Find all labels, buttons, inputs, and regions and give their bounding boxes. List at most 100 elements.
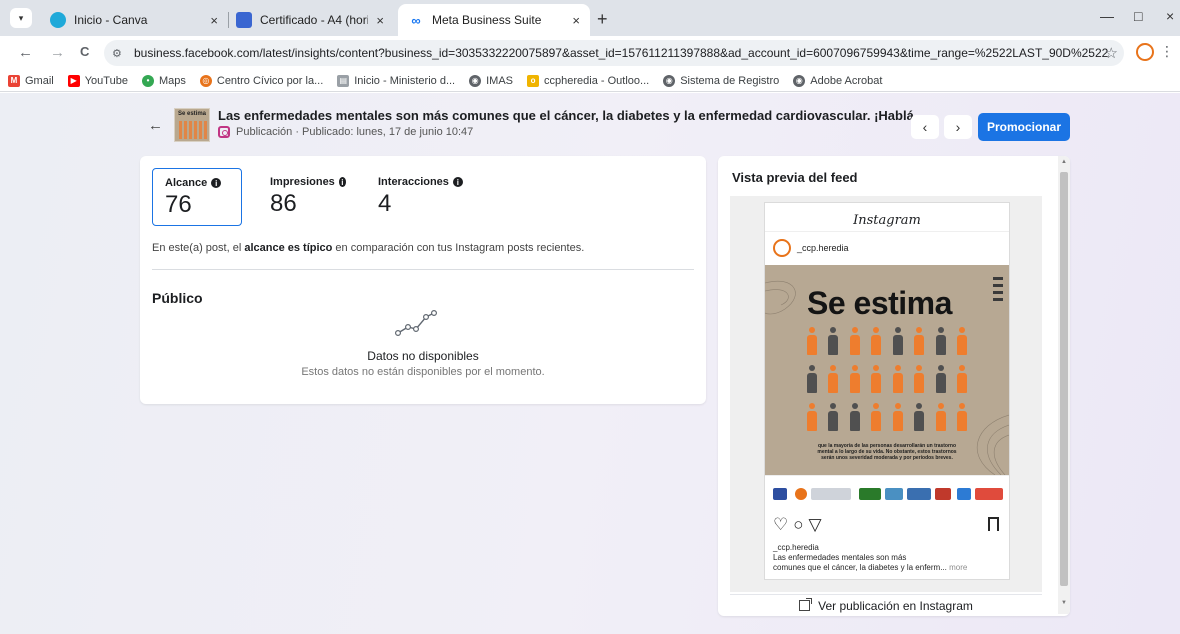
person-icon: [891, 327, 905, 357]
instagram-wordmark: Instagram: [853, 213, 921, 228]
bookmark-label: Gmail: [25, 74, 54, 87]
comment-icon[interactable]: ○: [793, 515, 808, 534]
metric-reach[interactable]: Alcance i 76: [152, 168, 242, 226]
bookmark-outlook[interactable]: o ccpheredia - Outloo...: [527, 74, 649, 87]
maximize-button[interactable]: □: [1134, 8, 1142, 24]
person-icon: [805, 403, 819, 433]
close-window-button[interactable]: ×: [1166, 8, 1174, 24]
tab-canva[interactable]: Inicio - Canva ×: [40, 6, 228, 34]
preview-scrollbar[interactable]: ▲ ▼: [1058, 156, 1070, 614]
share-icon[interactable]: ▽: [809, 515, 827, 534]
bookmark-ministerio[interactable]: ▤ Inicio - Ministerio d...: [337, 74, 455, 87]
tab-search-chevron-icon[interactable]: ▾: [10, 8, 32, 28]
tab-certificado[interactable]: Certificado - A4 (horizontal) ×: [226, 6, 394, 34]
bookmark-youtube[interactable]: ▶ YouTube: [67, 74, 128, 87]
bookmark-star-icon[interactable]: ☆: [1105, 44, 1118, 62]
ministry-logo: [811, 488, 851, 500]
person-icon: [869, 327, 883, 357]
metric-value: 4: [378, 190, 392, 217]
person-icon: [826, 327, 840, 357]
ccp-logo: [795, 488, 807, 500]
bookmark-label: Sistema de Registro: [680, 74, 780, 87]
close-tab-icon[interactable]: ×: [376, 13, 384, 28]
cpfor-logo: [773, 488, 787, 500]
instagram-post-preview: Instagram _ccp.heredia Se estima que la …: [764, 202, 1010, 580]
back-button[interactable]: ←: [18, 44, 33, 61]
sumar-logo: [975, 488, 1003, 500]
person-icon: [912, 327, 926, 357]
poster-body-text: que la mayoría de las personas desarroll…: [817, 443, 957, 461]
metric-label: Impresiones: [270, 176, 335, 188]
audience-title: Público: [152, 290, 203, 306]
info-icon[interactable]: i: [452, 177, 463, 187]
insights-page: ← Se estima Las enfermedades mentales so…: [0, 93, 1180, 634]
bookmark-gmail[interactable]: M Gmail: [8, 74, 54, 87]
people-row: [805, 403, 969, 433]
scroll-down-icon[interactable]: ▼: [1061, 600, 1067, 606]
person-icon: [848, 403, 862, 433]
post-header: ← Se estima Las enfermedades mentales so…: [148, 107, 1070, 143]
person-icon: [869, 403, 883, 433]
close-tab-icon[interactable]: ×: [210, 13, 218, 28]
centro-civico-icon: ◎: [199, 74, 212, 87]
people-grid: [805, 327, 969, 441]
promote-button[interactable]: Promocionar: [978, 113, 1070, 141]
metric-label: Alcance: [165, 177, 208, 189]
post-thumbnail: Se estima: [174, 108, 210, 142]
bookmark-sistema-registro[interactable]: ◉ Sistema de Registro: [663, 74, 780, 87]
youtube-icon: ▶: [67, 74, 80, 87]
bookmark-label: Centro Cívico por la...: [216, 74, 324, 87]
document-icon: [236, 12, 252, 28]
view-on-instagram-label: Ver publicación en Instagram: [818, 598, 973, 613]
info-icon[interactable]: i: [211, 178, 222, 188]
poster-stripes: [993, 277, 1003, 305]
profile-avatar[interactable]: [1136, 43, 1154, 61]
metric-interactions[interactable]: Interacciones i 4: [366, 168, 476, 226]
sponsor-logo: [935, 488, 951, 500]
canva-icon: [50, 12, 66, 28]
gmail-icon: M: [8, 74, 20, 87]
caption-more-link[interactable]: more: [949, 563, 967, 572]
person-icon: [805, 327, 819, 357]
reload-button[interactable]: C: [80, 44, 89, 59]
tab-meta-business-suite[interactable]: ∞ Meta Business Suite ×: [398, 4, 590, 36]
bookmark-centro-civico[interactable]: ◎ Centro Cívico por la...: [199, 74, 324, 87]
bookmark-icon[interactable]: [988, 517, 999, 531]
back-arrow-icon[interactable]: ←: [148, 117, 163, 134]
minimize-button[interactable]: —: [1100, 8, 1114, 24]
view-on-instagram-button[interactable]: Ver publicación en Instagram: [730, 594, 1042, 616]
account-avatar: [773, 239, 791, 257]
address-bar[interactable]: ⚙ business.facebook.com/latest/insights/…: [104, 40, 1124, 66]
heart-icon[interactable]: ♡: [773, 515, 793, 534]
scroll-up-icon[interactable]: ▲: [1061, 159, 1067, 165]
menu-kebab-icon[interactable]: ⋮: [1160, 43, 1174, 60]
bookmark-imas[interactable]: ◉ IMAS: [469, 74, 513, 87]
caption-text-line: comunes que el cáncer, la diabetes y la …: [773, 563, 947, 572]
forward-button[interactable]: →: [50, 44, 65, 61]
info-icon[interactable]: i: [338, 177, 346, 187]
tab-title: Certificado - A4 (horizontal): [260, 13, 368, 27]
tab-title: Inicio - Canva: [74, 13, 148, 27]
person-icon: [869, 365, 883, 395]
new-tab-button[interactable]: +: [597, 9, 608, 30]
post-image: Se estima que la mayoría de las personas…: [765, 265, 1009, 475]
note-text: en comparación con tus Instagram posts r…: [332, 242, 585, 254]
bookmark-adobe-acrobat[interactable]: ◉ Adobe Acrobat: [793, 74, 882, 87]
metric-impressions[interactable]: Impresiones i 86: [258, 168, 358, 226]
bookmarks-bar: M Gmail ▶ YouTube • Maps ◎ Centro Cívico por…: [0, 70, 1180, 92]
clover-logo: [859, 488, 881, 500]
scrollbar-thumb[interactable]: [1060, 172, 1068, 586]
globe-icon: ◉: [469, 74, 482, 87]
note-highlight: alcance es típico: [244, 242, 333, 254]
person-icon: [934, 327, 948, 357]
line-chart-icon: [394, 309, 437, 337]
feed-preview-title: Vista previa del feed: [732, 170, 858, 185]
previous-post-button[interactable]: ‹: [911, 115, 939, 139]
url-text[interactable]: business.facebook.com/latest/insights/co…: [134, 46, 1108, 60]
next-post-button[interactable]: ›: [944, 115, 972, 139]
site-info-icon[interactable]: ⚙: [112, 47, 134, 60]
close-tab-icon[interactable]: ×: [572, 13, 580, 28]
bookmark-maps[interactable]: • Maps: [141, 74, 186, 87]
coopeande-logo: [885, 488, 903, 500]
person-icon: [912, 403, 926, 433]
